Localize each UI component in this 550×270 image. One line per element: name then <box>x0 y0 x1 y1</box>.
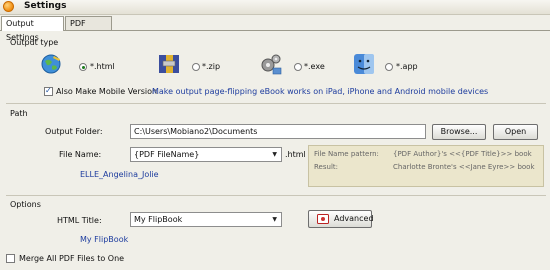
html-option-label: *.html <box>90 62 115 71</box>
advanced-settings-icon <box>317 214 329 224</box>
tab-pdf-setting[interactable]: PDF Setting <box>65 16 112 42</box>
tab-output-settings[interactable]: Output Settings <box>1 16 64 42</box>
mobile-version-hint: Make output page-flipping eBook works on… <box>152 87 489 96</box>
pattern-value: {PDF Author}'s <<{PDF Title}>> book <box>393 150 532 158</box>
open-button[interactable]: Open <box>493 124 538 140</box>
advanced-button[interactable]: Advanced <box>308 210 374 228</box>
browse-button[interactable]: Browse... <box>432 124 486 140</box>
html-title-dropdown[interactable]: My FlipBook ▼ <box>130 212 282 227</box>
zip-option-label: *.zip <box>202 62 221 71</box>
app-radio[interactable] <box>385 63 393 71</box>
mobile-version-checkbox[interactable] <box>44 86 53 96</box>
html-title-label: HTML Title: <box>57 216 102 225</box>
exe-radio[interactable] <box>294 63 302 71</box>
result-value: Charlotte Bronte's <<Jane Eyre>> book <box>393 163 535 171</box>
file-extension: .html <box>285 150 306 159</box>
file-name-dropdown[interactable]: {PDF FileName} ▼ <box>130 147 282 162</box>
mobile-version-label: Also Make Mobile Version <box>56 87 158 96</box>
globe-html-icon <box>40 53 62 75</box>
divider <box>6 103 546 104</box>
window-title: Settings <box>24 1 67 11</box>
options-heading: Options <box>10 200 41 209</box>
exe-option-label: *.exe <box>304 62 325 71</box>
chevron-down-icon[interactable]: ▼ <box>272 213 277 226</box>
html-title-value: My FlipBook <box>134 215 183 224</box>
file-name-value: {PDF FileName} <box>134 150 200 159</box>
output-folder-label: Output Folder: <box>45 127 103 136</box>
html-title-preview: My FlipBook <box>80 235 129 244</box>
merge-label: Merge All PDF Files to One <box>19 254 125 263</box>
merge-checkbox[interactable] <box>6 254 15 263</box>
pattern-label: File Name pattern: <box>314 150 379 158</box>
path-heading: Path <box>10 109 28 118</box>
chevron-down-icon[interactable]: ▼ <box>272 148 277 161</box>
file-name-preview: ELLE_Angelina_Jolie <box>80 170 159 179</box>
title-bar <box>0 0 550 15</box>
app-option-label: *.app <box>396 62 418 71</box>
zip-archive-icon <box>157 52 181 76</box>
divider <box>6 195 546 196</box>
settings-app-icon <box>3 1 14 12</box>
exe-gears-icon <box>259 52 283 76</box>
advanced-label: Advanced <box>334 214 374 223</box>
zip-radio[interactable] <box>192 63 200 71</box>
mac-finder-icon <box>352 52 376 76</box>
html-radio[interactable] <box>79 63 87 71</box>
file-name-label: File Name: <box>59 150 102 159</box>
result-label: Result: <box>314 163 338 171</box>
output-folder-field[interactable]: C:\Users\Mobiano2\Documents <box>130 124 426 139</box>
